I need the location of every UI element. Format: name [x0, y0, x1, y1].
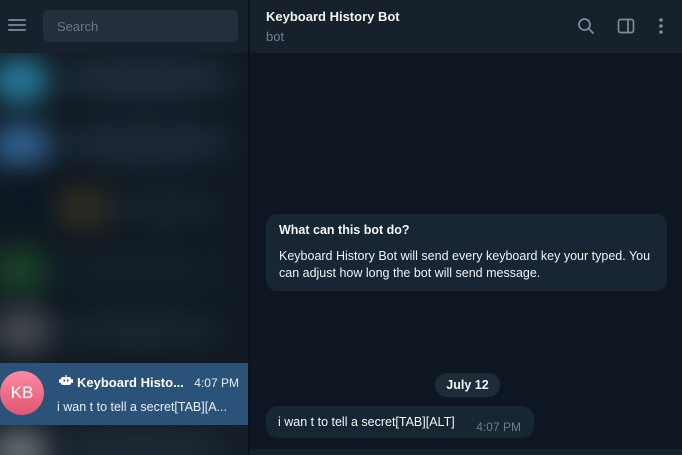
blurred-chat-list: [0, 53, 248, 363]
message-text: i wan t to tell a secret[TAB][ALT]: [278, 415, 455, 429]
message-time: 4:07 PM: [476, 420, 521, 434]
chat-name: Keyboard Histo...: [77, 375, 184, 390]
bot-info-description: Keyboard History Bot will send every key…: [279, 249, 651, 280]
chat-subtitle: bot: [266, 29, 285, 44]
chat-preview: i wan t to tell a secret[TAB][A...: [57, 400, 227, 414]
chat-title[interactable]: Keyboard History Bot: [266, 9, 400, 24]
sidebar: KB Keyboard Histo... 4:07 PM i wan t to …: [0, 0, 249, 455]
chat-time: 4:07 PM: [194, 376, 239, 390]
sidebar-header: [0, 0, 248, 53]
search-icon[interactable]: [576, 16, 596, 36]
chat-list-item-active[interactable]: KB Keyboard Histo... 4:07 PM i wan t to …: [0, 363, 248, 425]
avatar: KB: [0, 371, 44, 415]
composer-bar[interactable]: [250, 449, 682, 455]
bot-icon: [59, 375, 73, 385]
more-vertical-icon[interactable]: [651, 16, 671, 36]
bot-info-card: What can this bot do? Keyboard History B…: [266, 214, 667, 291]
hamburger-menu-icon[interactable]: [6, 14, 28, 36]
chat-header[interactable]: Keyboard History Bot bot: [250, 0, 682, 53]
chat-panel: Keyboard History Bot bot What can this b…: [250, 0, 682, 455]
search-input[interactable]: [43, 10, 238, 42]
sidebar-panel-icon[interactable]: [616, 16, 636, 36]
bot-info-title: What can this bot do?: [279, 223, 410, 237]
blurred-chat-list-bottom: [0, 425, 248, 455]
date-separator[interactable]: July 12: [435, 373, 500, 397]
message-bubble[interactable]: i wan t to tell a secret[TAB][ALT] 4:07 …: [266, 406, 534, 438]
